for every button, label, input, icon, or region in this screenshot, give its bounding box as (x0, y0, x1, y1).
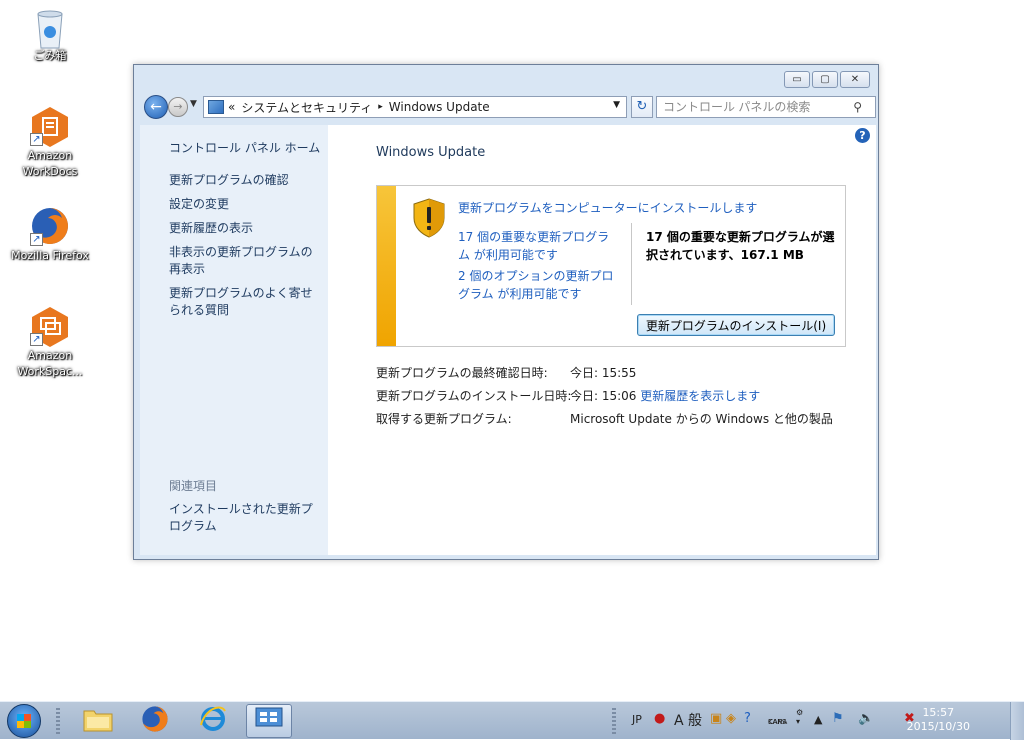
show-desktop-button[interactable] (1010, 702, 1024, 740)
optional-updates-link[interactable]: 2 個のオプションの更新プログラム が利用可能です (458, 267, 620, 303)
panel-divider (631, 223, 632, 305)
control-panel-icon (255, 707, 283, 736)
clock[interactable]: 15:57 2015/10/30 (907, 706, 970, 734)
refresh-icon[interactable]: ↻ (631, 96, 653, 118)
forward-arrow-icon[interactable]: → (168, 97, 188, 117)
firefox-icon: ↗ (30, 206, 70, 246)
desktop-icon-firefox[interactable]: ↗ Mozilla Firefox (5, 206, 95, 264)
folder-icon (83, 706, 113, 737)
ime-settings-icon[interactable]: ⚙ ▾ (796, 708, 803, 726)
recent-pages-dropdown-icon[interactable]: ▼ (190, 99, 197, 109)
recycle-bin-icon (30, 6, 70, 49)
back-arrow-icon[interactable]: ← (144, 95, 168, 119)
desktop-icon-amazon-workspaces[interactable]: ↗ Amazon WorkSpac... (5, 306, 95, 380)
start-button[interactable] (7, 704, 41, 738)
shortcut-arrow-icon: ↗ (30, 233, 43, 246)
installed-updates-link[interactable]: インストールされた更新プログラム (169, 501, 319, 535)
updates-faq-link[interactable]: 更新プログラムのよく寄せられる質問 (169, 285, 319, 319)
close-button[interactable]: ✕ (840, 71, 870, 88)
address-dropdown-icon[interactable]: ▼ (613, 100, 620, 110)
windows-update-window: ▭ ▢ ✕ ← → ▼ « システムとセキュリティ ▸ Windows Upda… (133, 64, 879, 560)
clock-date: 2015/10/30 (906, 720, 970, 733)
control-panel-icon (208, 100, 224, 114)
last-checked-label: 更新プログラムの最終確認日時: (376, 366, 548, 380)
ime-icon[interactable]: ● (654, 711, 665, 726)
tray-grip[interactable] (612, 708, 616, 734)
shortcut-arrow-icon: ↗ (30, 133, 43, 146)
ime-mode[interactable]: A 般 (674, 710, 702, 730)
update-source-value: Microsoft Update からの Windows と他の製品 (570, 412, 833, 426)
update-status-panel: 更新プログラムをコンピューターにインストールします 17 個の重要な更新プログラ… (376, 185, 846, 347)
control-panel-home-link[interactable]: コントロール パネル ホーム (169, 139, 320, 156)
taskbar-control-panel[interactable] (246, 704, 292, 738)
last-installed-value: 今日: 15:06 (570, 389, 637, 403)
navigation-bar: ← → ▼ « システムとセキュリティ ▸ Windows Update ▼ ↻… (140, 93, 876, 123)
search-input[interactable] (656, 96, 876, 118)
warning-shield-icon (413, 198, 445, 238)
selected-updates-summary: 17 個の重要な更新プログラムが選択されています、167.1 MB (646, 230, 835, 262)
install-updates-heading[interactable]: 更新プログラムをコンピューターにインストールします (458, 199, 757, 216)
internet-explorer-icon (199, 705, 227, 738)
clock-time: 15:57 (922, 706, 955, 719)
taskbar: JP ● A 般 ▣ ◈ ? CAPS KANA ⚙ ▾ ▲ ⚑ 🔈 ✖ 15:57… (0, 701, 1024, 740)
update-source-label: 取得する更新プログラム: (376, 412, 512, 426)
maximize-button[interactable]: ▢ (812, 71, 838, 88)
minimize-button[interactable]: ▭ (784, 71, 810, 88)
breadcrumb-overflow[interactable]: « (228, 100, 235, 114)
firefox-icon (141, 705, 169, 738)
view-update-history-link[interactable]: 更新履歴を表示します (640, 389, 760, 403)
important-updates-link[interactable]: 17 個の重要な更新プログラム が利用可能です (458, 228, 620, 264)
show-hidden-icons-icon[interactable]: ▲ (814, 713, 822, 726)
volume-icon[interactable]: 🔈 (858, 711, 874, 726)
restore-hidden-updates-link[interactable]: 非表示の更新プログラムの再表示 (169, 244, 319, 278)
shortcut-arrow-icon: ↗ (30, 333, 43, 346)
workspaces-icon: ↗ (30, 306, 70, 347)
kana-label: KANA (768, 718, 788, 726)
taskbar-explorer[interactable] (75, 704, 121, 738)
search-icon[interactable]: ⚲ (853, 100, 862, 114)
ime-dictionary-icon[interactable]: ◈ (726, 711, 736, 726)
change-settings-link[interactable]: 設定の変更 (169, 196, 319, 213)
breadcrumb-system-security[interactable]: システムとセキュリティ (241, 99, 372, 116)
breadcrumb-windows-update[interactable]: Windows Update (389, 100, 490, 114)
related-section-heading: 関連項目 (169, 479, 218, 493)
ime-tools-icon[interactable]: ▣ (710, 711, 722, 726)
main-pane: ? Windows Update 更新プログラムをコンピューターにインストールし… (328, 125, 876, 555)
desktop-icon-label: Amazon WorkDocs (22, 149, 78, 178)
last-installed-label: 更新プログラムのインストール日時: (376, 389, 572, 403)
taskbar-internet-explorer[interactable] (190, 704, 236, 738)
page-title: Windows Update (376, 145, 486, 160)
title-bar[interactable]: ▭ ▢ ✕ (134, 65, 878, 93)
help-icon[interactable]: ? (855, 128, 870, 143)
address-bar[interactable]: « システムとセキュリティ ▸ Windows Update ▼ (203, 96, 627, 118)
install-updates-button[interactable]: 更新プログラムのインストール(I) (637, 314, 835, 336)
check-updates-link[interactable]: 更新プログラムの確認 (169, 172, 319, 189)
taskbar-firefox[interactable] (132, 704, 178, 738)
desktop-icon-recycle-bin[interactable]: ごみ箱 (5, 6, 95, 64)
workdocs-icon: ↗ (30, 106, 70, 147)
desktop-icon-amazon-workdocs[interactable]: ↗ Amazon WorkDocs (5, 106, 95, 180)
view-history-link[interactable]: 更新履歴の表示 (169, 220, 319, 237)
ime-help-icon[interactable]: ? (744, 711, 751, 726)
warning-stripe (377, 186, 396, 346)
desktop-icon-label: ごみ箱 (33, 49, 67, 62)
desktop-icon-label: Mozilla Firefox (11, 249, 89, 262)
action-center-icon[interactable]: ⚑ (832, 711, 844, 726)
input-language[interactable]: JP (632, 713, 642, 726)
desktop-icon-label: Amazon WorkSpac... (17, 349, 83, 378)
last-installed-value-group: 今日: 15:06 更新履歴を表示します (570, 387, 760, 404)
left-pane: コントロール パネル ホーム 更新プログラムの確認 設定の変更 更新履歴の表示 … (140, 125, 328, 555)
last-checked-value: 今日: 15:55 (570, 366, 637, 380)
breadcrumb-separator-icon[interactable]: ▸ (378, 102, 383, 112)
content-area: コントロール パネル ホーム 更新プログラムの確認 設定の変更 更新履歴の表示 … (140, 125, 876, 555)
taskbar-grip[interactable] (56, 708, 60, 734)
